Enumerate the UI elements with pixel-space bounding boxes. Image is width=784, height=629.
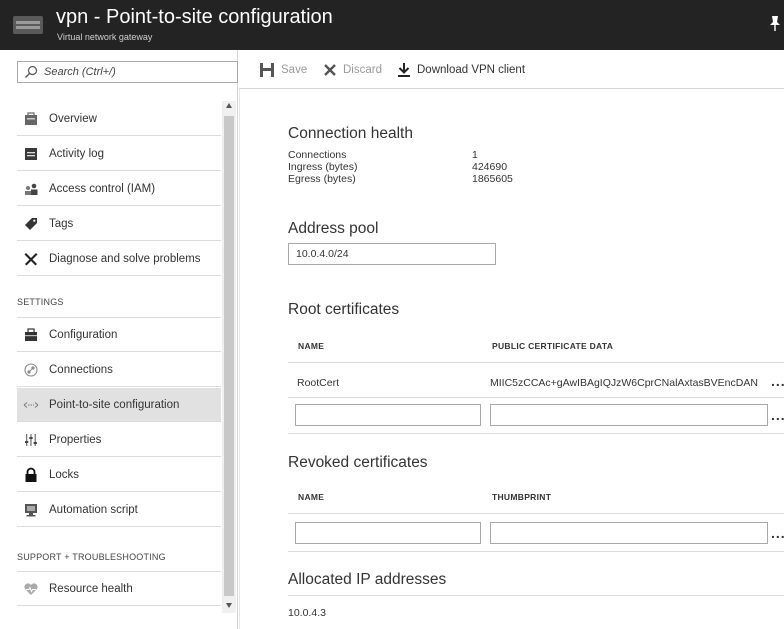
resource-menu: Overview Activity log Access control (IA… <box>0 50 238 629</box>
wrench-icon <box>24 252 38 265</box>
root-cert-name-input[interactable] <box>295 404 481 426</box>
scroll-up-arrow[interactable] <box>226 103 232 108</box>
column-header-public-certificate-data: PUBLIC CERTIFICATE DATA <box>492 341 614 351</box>
sidebar-item-label: Automation script <box>49 503 138 516</box>
table-divider <box>288 397 784 398</box>
sidebar-item-tags[interactable]: Tags <box>17 207 221 241</box>
sidebar-item-connections[interactable]: Connections <box>17 353 221 387</box>
section-label-settings: SETTINGS <box>17 297 64 307</box>
sidebar-item-label: Diagnose and solve problems <box>49 252 201 265</box>
connections-icon <box>24 362 38 377</box>
root-cert-name: RootCert <box>297 377 340 389</box>
sidebar-item-label: Point-to-site configuration <box>49 398 180 411</box>
table-divider <box>288 362 784 363</box>
sidebar-item-locks[interactable]: Locks <box>17 458 221 492</box>
scroll-down-arrow[interactable] <box>226 603 232 608</box>
sidebar-item-properties[interactable]: Properties <box>17 423 221 457</box>
allocated-ip-heading: Allocated IP addresses <box>288 571 447 588</box>
root-cert-new-row-menu[interactable]: ... <box>771 407 784 423</box>
sidebar-item-automation-script[interactable]: Automation script <box>17 493 221 527</box>
main-content: Connection health Connections 1 Ingress … <box>239 89 784 629</box>
ingress-label: Ingress (bytes) <box>288 161 358 173</box>
scroll-thumb[interactable] <box>224 116 234 596</box>
sidebar-item-label: Tags <box>49 217 74 230</box>
page-subtitle: Virtual network gateway <box>57 32 153 42</box>
download-vpn-client-button[interactable]: Download VPN client <box>397 60 525 80</box>
save-icon <box>260 63 274 77</box>
revoked-cert-name-input[interactable] <box>295 522 481 544</box>
sidebar-item-point-to-site[interactable]: Point-to-site configuration <box>17 388 221 422</box>
overview-icon <box>25 111 37 125</box>
close-icon <box>324 64 336 76</box>
table-divider <box>288 513 784 514</box>
download-icon <box>398 63 410 77</box>
discard-button[interactable]: Discard <box>323 60 382 80</box>
sidebar-item-label: Connections <box>49 363 113 376</box>
column-header-thumbprint: THUMBPRINT <box>492 492 552 502</box>
save-button[interactable]: Save <box>259 60 307 80</box>
sidebar-item-access-control[interactable]: Access control (IAM) <box>17 172 221 206</box>
search-icon <box>25 65 38 78</box>
blade-content: Save Discard Download VPN client Connect… <box>239 50 784 629</box>
download-label: Download VPN client <box>417 64 526 76</box>
address-pool-field[interactable]: 10.0.4.0/24 <box>288 243 496 265</box>
sidebar-item-label: Locks <box>49 468 80 481</box>
ingress-value: 424690 <box>472 161 508 173</box>
pin-icon[interactable] <box>768 14 782 32</box>
section-label-support: SUPPORT + TROUBLESHOOTING <box>17 552 166 562</box>
egress-label: Egress (bytes) <box>288 173 356 185</box>
revoked-cert-thumbprint-input[interactable] <box>490 522 768 544</box>
sidebar-item-label: Configuration <box>49 328 118 341</box>
automation-icon <box>25 503 37 516</box>
sidebar-item-resource-health[interactable]: Resource health <box>17 572 221 606</box>
iam-icon <box>25 183 38 195</box>
lock-icon <box>25 467 37 482</box>
address-pool-heading: Address pool <box>288 220 379 237</box>
vpn-gateway-icon <box>13 16 43 34</box>
heart-icon <box>24 582 38 595</box>
sidebar-item-diagnose[interactable]: Diagnose and solve problems <box>17 242 221 276</box>
revoked-certificates-heading: Revoked certificates <box>288 454 428 471</box>
sidebar-item-label: Access control (IAM) <box>49 182 156 195</box>
page-title: vpn - Point-to-site configuration <box>56 6 333 28</box>
discard-label: Discard <box>343 64 382 76</box>
sidebar-item-activity-log[interactable]: Activity log <box>17 137 221 171</box>
sidebar-item-label: Overview <box>49 112 97 125</box>
connections-value: 1 <box>472 149 478 161</box>
sidebar-item-configuration[interactable]: Configuration <box>17 318 221 352</box>
sidebar-item-label: Properties <box>49 433 102 446</box>
egress-value: 1865605 <box>472 173 513 185</box>
table-divider <box>288 551 784 552</box>
revoked-cert-new-row-menu[interactable]: ... <box>771 525 784 541</box>
sidebar-item-label: Resource health <box>49 582 133 595</box>
sidebar-item-overview[interactable]: Overview <box>17 102 221 136</box>
root-cert-row-menu[interactable]: ... <box>771 373 784 389</box>
save-label: Save <box>281 64 308 76</box>
root-cert-data: MIIC5zCCAc+gAwIBAgIQJzW6CprCNalAxtasBVEn… <box>490 377 758 389</box>
column-header-name: NAME <box>298 341 325 351</box>
configuration-icon <box>25 327 37 341</box>
point-to-site-icon <box>23 401 39 408</box>
search-box[interactable] <box>17 61 238 83</box>
root-certificates-heading: Root certificates <box>288 301 400 318</box>
properties-icon <box>25 433 37 446</box>
sidebar-item-label: Activity log <box>49 147 104 160</box>
table-divider <box>288 595 784 596</box>
command-bar: Save Discard Download VPN client <box>239 50 784 89</box>
tag-icon <box>25 217 37 230</box>
column-header-name: NAME <box>298 492 325 502</box>
sidebar-scrollbar[interactable] <box>222 101 236 613</box>
root-cert-data-input[interactable] <box>490 404 768 426</box>
connections-label: Connections <box>288 149 347 161</box>
connection-health-heading: Connection health <box>288 125 413 142</box>
blade-header: vpn - Point-to-site configuration Virtua… <box>0 0 784 50</box>
search-input[interactable] <box>44 64 234 80</box>
table-divider <box>288 433 784 434</box>
activity-log-icon <box>25 147 37 160</box>
allocated-ip-value: 10.0.4.3 <box>288 607 326 619</box>
